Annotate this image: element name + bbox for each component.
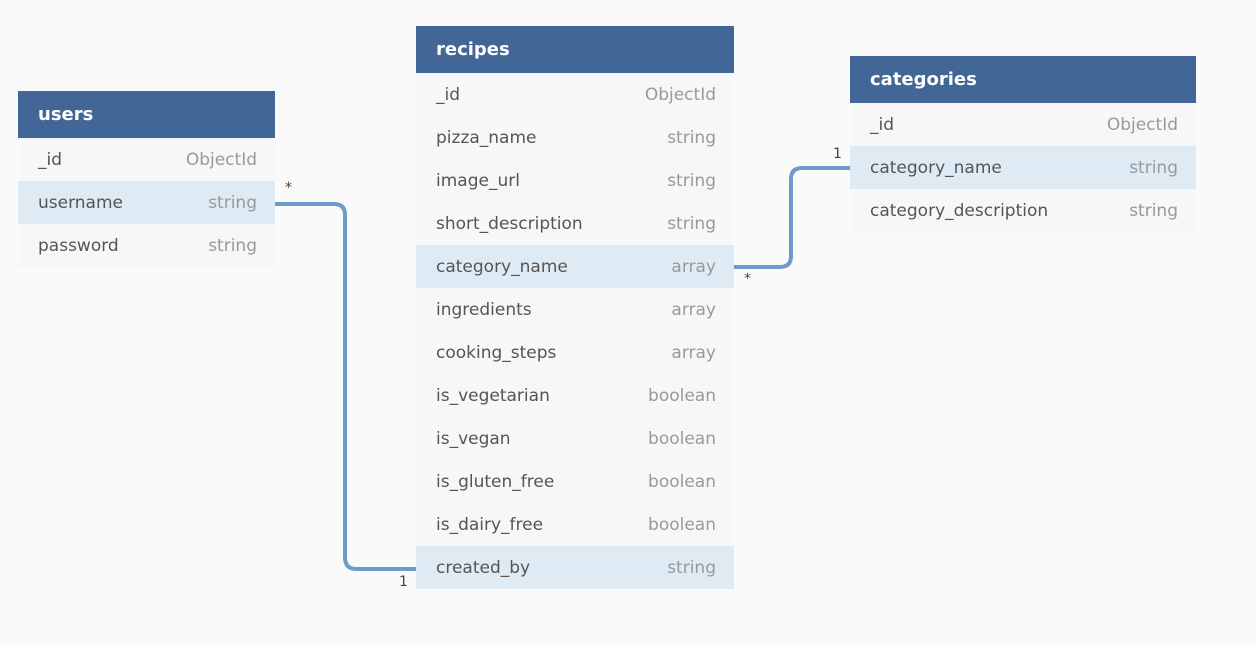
table-row[interactable]: _id ObjectId [850, 103, 1196, 146]
cardinality-users-many: * [285, 180, 292, 196]
field-type: string [667, 213, 716, 234]
field-type: array [671, 342, 716, 363]
field-name: _id [436, 84, 461, 105]
table-header-users[interactable]: users [18, 91, 275, 138]
cardinality-categories-one: 1 [833, 146, 842, 162]
table-row[interactable]: created_by string [416, 546, 734, 589]
table-row[interactable]: username string [18, 181, 275, 224]
table-users[interactable]: users _id ObjectId username string passw… [18, 91, 275, 267]
field-name: ingredients [436, 299, 532, 320]
field-name: cooking_steps [436, 342, 557, 363]
field-type: boolean [648, 428, 716, 449]
field-type: string [208, 192, 257, 213]
field-type: boolean [648, 385, 716, 406]
field-name: is_dairy_free [436, 514, 544, 535]
table-row[interactable]: is_vegetarian boolean [416, 374, 734, 417]
table-row[interactable]: is_dairy_free boolean [416, 503, 734, 546]
field-type: string [667, 170, 716, 191]
field-name: username [38, 192, 123, 213]
table-row[interactable]: image_url string [416, 159, 734, 202]
field-name: created_by [436, 557, 531, 578]
table-row[interactable]: cooking_steps array [416, 331, 734, 374]
field-type: ObjectId [644, 84, 716, 105]
field-name: is_vegan [436, 428, 511, 449]
field-name: category_description [870, 200, 1049, 221]
table-row[interactable]: category_description string [850, 189, 1196, 232]
field-type: ObjectId [185, 149, 257, 170]
field-type: array [671, 299, 716, 320]
table-categories[interactable]: categories _id ObjectId category_name st… [850, 56, 1196, 232]
field-name: is_gluten_free [436, 471, 555, 492]
field-type: boolean [648, 514, 716, 535]
table-row[interactable]: short_description string [416, 202, 734, 245]
field-type: boolean [648, 471, 716, 492]
field-name: _id [38, 149, 63, 170]
table-row[interactable]: _id ObjectId [416, 73, 734, 116]
table-header-recipes[interactable]: recipes [416, 26, 734, 73]
field-name: pizza_name [436, 127, 537, 148]
field-type: string [208, 235, 257, 256]
table-row[interactable]: category_name array [416, 245, 734, 288]
field-type: string [1129, 200, 1178, 221]
table-recipes[interactable]: recipes _id ObjectId pizza_name string i… [416, 26, 734, 589]
cardinality-recipes-many: * [744, 271, 751, 287]
field-name: short_description [436, 213, 583, 234]
field-name: is_vegetarian [436, 385, 550, 406]
field-type: string [667, 557, 716, 578]
field-type: ObjectId [1106, 114, 1178, 135]
table-row[interactable]: is_vegan boolean [416, 417, 734, 460]
field-name: _id [870, 114, 895, 135]
cardinality-recipes-one: 1 [399, 574, 408, 590]
field-name: image_url [436, 170, 520, 191]
field-name: category_name [436, 256, 568, 277]
link-recipes-categories[interactable] [732, 166, 852, 269]
field-name: category_name [870, 157, 1002, 178]
table-header-categories[interactable]: categories [850, 56, 1196, 103]
table-row[interactable]: is_gluten_free boolean [416, 460, 734, 503]
field-name: password [38, 235, 119, 256]
table-row[interactable]: pizza_name string [416, 116, 734, 159]
table-row[interactable]: ingredients array [416, 288, 734, 331]
field-type: string [667, 127, 716, 148]
table-row[interactable]: _id ObjectId [18, 138, 275, 181]
table-row[interactable]: category_name string [850, 146, 1196, 189]
link-users-recipes[interactable] [273, 202, 418, 571]
field-type: string [1129, 157, 1178, 178]
table-row[interactable]: password string [18, 224, 275, 267]
field-type: array [671, 256, 716, 277]
